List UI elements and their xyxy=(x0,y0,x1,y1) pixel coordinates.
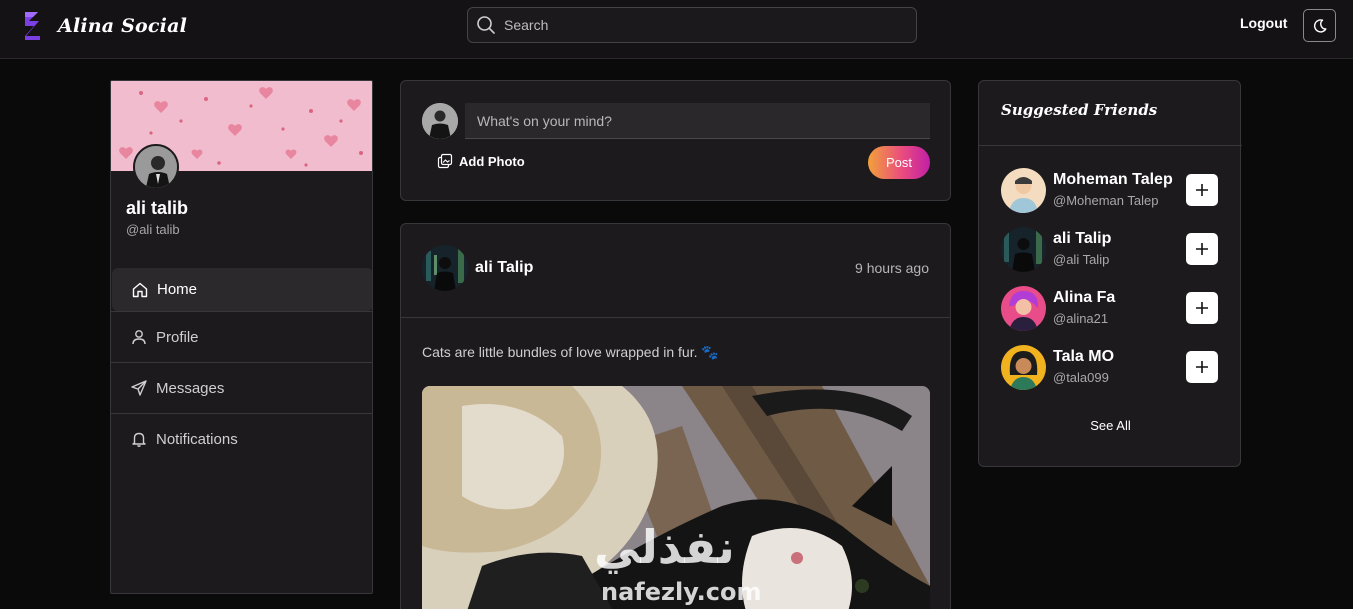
post-timestamp: 9 hours ago xyxy=(855,260,929,276)
sidebar-item-label: Home xyxy=(157,281,198,298)
post-button[interactable]: Post xyxy=(868,146,930,179)
add-photo-button[interactable]: Add Photo xyxy=(437,153,525,169)
watermark-latin: nafezly.com xyxy=(601,578,762,606)
friend-item: Tala MO @tala099 xyxy=(1001,345,1221,391)
friend-item: Alina Fa @alina21 xyxy=(1001,286,1221,332)
post-text-input[interactable] xyxy=(465,103,930,139)
search-input[interactable] xyxy=(504,17,904,33)
sidebar-item-home[interactable]: Home xyxy=(112,268,372,311)
send-icon xyxy=(130,379,148,397)
theme-toggle-button[interactable] xyxy=(1303,9,1336,42)
add-photo-label: Add Photo xyxy=(459,153,525,169)
post-composer: Add Photo Post xyxy=(400,80,951,201)
sidebar-item-notifications[interactable]: Notifications xyxy=(111,413,372,464)
add-friend-button[interactable] xyxy=(1186,351,1218,383)
divider xyxy=(979,145,1242,146)
brand[interactable]: Alina Social xyxy=(22,10,187,42)
friend-avatar[interactable] xyxy=(1001,345,1046,390)
plus-icon xyxy=(1196,361,1208,373)
home-icon xyxy=(131,281,149,299)
brand-name: Alina Social xyxy=(58,15,188,37)
profile-name: ali talib xyxy=(126,198,189,218)
moon-icon xyxy=(1313,18,1326,33)
friend-avatar[interactable] xyxy=(1001,227,1046,272)
add-friend-button[interactable] xyxy=(1186,233,1218,265)
top-bar: Alina Social Logout xyxy=(0,0,1353,59)
profile-handle: @ali talib xyxy=(126,222,180,237)
suggested-friends-title: Suggested Friends xyxy=(1001,101,1158,119)
friend-handle: @tala099 xyxy=(1053,370,1109,385)
friend-handle: @ali Talip xyxy=(1053,252,1110,267)
friend-handle: @Moheman Talep xyxy=(1053,193,1159,208)
divider xyxy=(401,317,950,318)
post-author-avatar[interactable] xyxy=(422,245,468,291)
friend-name[interactable]: Moheman Talep xyxy=(1053,171,1173,189)
add-friend-button[interactable] xyxy=(1186,292,1218,324)
watermark-arabic: نفذلي xyxy=(594,520,735,574)
friend-item: Moheman Talep @Moheman Talep xyxy=(1001,168,1221,214)
bell-icon xyxy=(130,430,148,448)
suggested-friends-card: Suggested Friends Moheman Talep @Moheman… xyxy=(978,80,1242,467)
user-icon xyxy=(130,328,148,346)
friend-item: ali Talip @ali Talip xyxy=(1001,227,1221,273)
friend-avatar[interactable] xyxy=(1001,286,1046,331)
friend-avatar[interactable] xyxy=(1001,168,1046,213)
add-photo-icon xyxy=(437,153,453,169)
post-text: Cats are little bundles of love wrapped … xyxy=(422,344,719,360)
sidebar-item-label: Notifications xyxy=(156,430,238,448)
add-friend-button[interactable] xyxy=(1186,174,1218,206)
plus-icon xyxy=(1196,243,1208,255)
search-icon xyxy=(477,16,495,34)
sidebar-item-label: Messages xyxy=(156,379,225,397)
post-author-name[interactable]: ali Talip xyxy=(475,259,533,277)
friend-name[interactable]: Tala MO xyxy=(1053,348,1114,366)
plus-icon xyxy=(1196,302,1208,314)
sidebar-item-label: Profile xyxy=(156,328,199,346)
friend-name[interactable]: ali Talip xyxy=(1053,230,1111,248)
profile-avatar[interactable] xyxy=(133,144,179,190)
friend-handle: @alina21 xyxy=(1053,311,1109,326)
post-image[interactable] xyxy=(422,386,930,609)
sidebar-nav: Home Profile Messages Notifications xyxy=(111,268,372,464)
see-all-button[interactable]: See All xyxy=(979,418,1242,433)
brand-logo-icon xyxy=(25,12,40,40)
plus-icon xyxy=(1196,184,1208,196)
sidebar-item-messages[interactable]: Messages xyxy=(111,362,372,413)
search-bar[interactable] xyxy=(467,7,917,43)
logout-button[interactable]: Logout xyxy=(1240,15,1287,31)
profile-card: ali talib @ali talib Home Profile Messag… xyxy=(110,80,373,594)
sidebar-item-profile[interactable]: Profile xyxy=(111,311,372,362)
friend-name[interactable]: Alina Fa xyxy=(1053,289,1115,307)
composer-avatar xyxy=(422,103,458,139)
